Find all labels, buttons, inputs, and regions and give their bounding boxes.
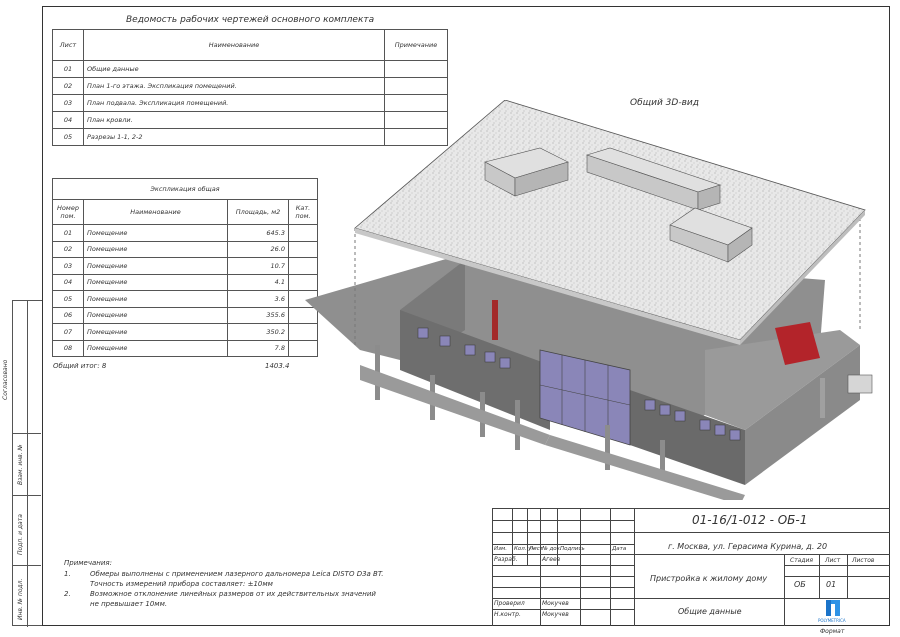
stamp-role: Разраб. (494, 556, 518, 563)
stamp-header-cell: Дата (612, 546, 627, 552)
polymetrica-logo-icon (826, 600, 840, 616)
object-name: Пристройка к жилому дому (650, 574, 768, 583)
side-label: Подп. и дата (17, 514, 24, 555)
format-label: Формат (820, 628, 845, 635)
building-3d-view (305, 100, 873, 500)
explication-table: Экспликация общая Номер пом. Наименовани… (52, 178, 318, 357)
table-row: 05 Помещение 3.6 (52, 290, 318, 308)
explication-total-value: 1403.4 (265, 362, 290, 370)
stamp-header-cell: Лист (529, 546, 543, 552)
title-block: 01-16/1-012 - ОБ-1 г. Москва, ул. Гераси… (492, 508, 890, 626)
note-line: Возможное отклонение линейных размеров о… (90, 590, 376, 598)
table-row: 04 Помещение 4.1 (52, 273, 318, 291)
table-row: 02 Помещение 26.0 (52, 240, 318, 258)
table-row: 01 Общие данные (52, 60, 448, 78)
table-row: 07 Помещение 350.2 (52, 323, 318, 341)
stamp-header-cell: Изм. (494, 546, 507, 552)
notes-title: Примечания: (64, 559, 112, 567)
note-number: 2. (64, 590, 71, 598)
stamp-name: Мокучев (542, 600, 569, 607)
table-row: 08 Помещение 7.8 (52, 339, 318, 357)
stamp-name: Агеев (542, 556, 561, 563)
table-row: 02 План 1-го этажа. Экспликация помещений… (52, 77, 448, 95)
stage-label: Стадия (790, 557, 814, 564)
explication-total-label: Общий итог: 8 (53, 362, 107, 370)
col-header: Наименование (83, 199, 228, 225)
logo-text: POLYMETRICA (818, 618, 846, 623)
stamp-header-cell: Подпись (560, 546, 585, 552)
stamp-header-cell: № док. (542, 546, 562, 552)
table-row: 01 Помещение 645.3 (52, 224, 318, 242)
explication-title: Экспликация общая (52, 178, 318, 200)
side-label: Взам. инв. № (17, 444, 24, 485)
stamp-name: Мокучев (542, 611, 569, 618)
col-header: Площадь, м2 (227, 199, 289, 225)
project-address: г. Москва, ул. Герасима Курина, д. 20 (668, 542, 828, 551)
col-header: Наименование (83, 29, 385, 61)
drawing-sheet: Ведомость рабочих чертежей основного ком… (0, 0, 900, 637)
table-row: 06 Помещение 355.6 (52, 306, 318, 324)
note-line: Точность измерений прибора составляет: ±… (90, 580, 273, 588)
col-header: Номер пом. (52, 199, 84, 225)
stage-value: ОБ (794, 580, 806, 589)
sheet-label: Лист (825, 557, 841, 564)
side-label: Инв. № подл. (17, 578, 24, 620)
table-row: 03 Помещение 10.7 (52, 257, 318, 275)
col-header: Лист (52, 29, 84, 61)
note-number: 1. (64, 570, 71, 578)
note-line: не превышает 10мм. (90, 600, 168, 608)
side-approval-strip: Согласовано Взам. инв. № Подп. и дата Ин… (2, 300, 42, 627)
side-label: Согласовано (2, 359, 9, 400)
sheet-title: Общие данные (678, 607, 742, 616)
note-line: Обмеры выполнены с применением лазерного… (90, 570, 384, 578)
col-header: Примечание (384, 29, 448, 61)
sheet-list-title: Ведомость рабочих чертежей основного ком… (126, 15, 375, 25)
sheets-label: Листов (852, 557, 875, 564)
stamp-role: Проверил (494, 600, 525, 607)
sheet-value: 01 (826, 580, 837, 589)
stamp-role: Н.контр. (494, 611, 521, 618)
document-code: 01-16/1-012 - ОБ-1 (692, 513, 808, 527)
